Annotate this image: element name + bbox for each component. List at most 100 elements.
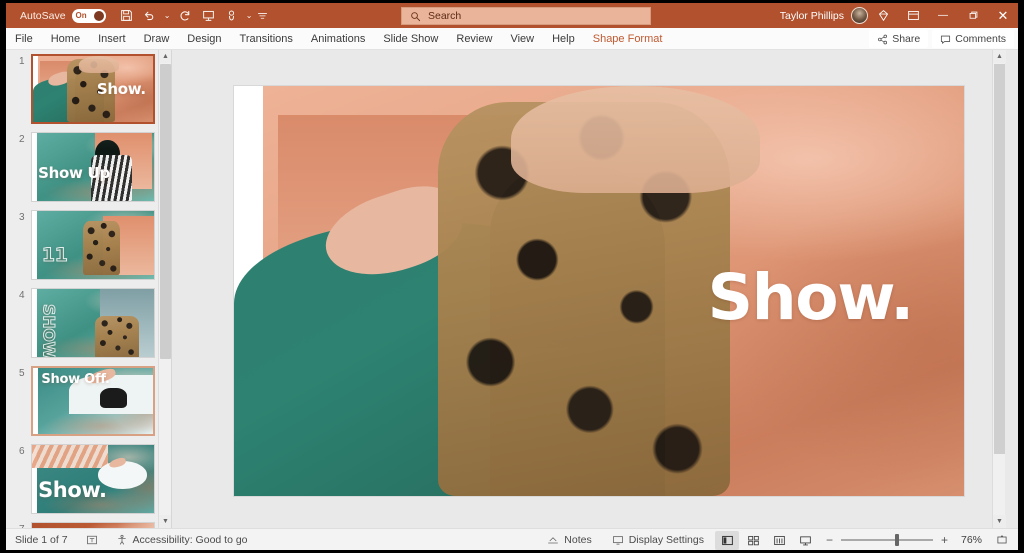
redo-icon[interactable] [175,6,196,26]
tab-slide-show[interactable]: Slide Show [374,28,447,50]
language-icon[interactable] [77,529,107,551]
restore-button[interactable] [958,3,988,28]
art-arms [511,86,760,193]
zoom-percent-label[interactable]: 76% [956,534,982,546]
normal-view-button[interactable] [715,530,739,550]
tab-review[interactable]: Review [447,28,501,50]
avatar[interactable] [851,7,868,24]
search-bar[interactable]: Search [401,7,651,25]
autosave-label: AutoSave [20,9,66,22]
thumbnail-caption: Show. [38,478,107,503]
canvas-scroll-down-icon[interactable]: ▼ [993,515,1006,528]
slide-thumbnail-5[interactable]: Show Off. [31,366,155,436]
touch-mode-dropdown-icon[interactable]: ⌄ [244,6,255,26]
accessibility-status[interactable]: Accessibility: Good to go [107,529,257,551]
thumbnail-row-5[interactable]: 5 Show Off. [6,364,171,442]
thumbnail-row-7[interactable]: 7 [6,520,171,528]
display-settings-icon [612,534,624,546]
start-presentation-icon[interactable] [198,6,219,26]
thumbnail-row-4[interactable]: 4 SHOW [6,286,171,364]
art-patterned-coat [83,220,120,275]
slide-thumbnail-1[interactable]: Show. [31,54,155,124]
autosave-toggle[interactable]: On [71,8,106,23]
title-bar-right-group: Taylor Phillips — ✕ [780,3,1018,28]
notes-label: Notes [564,534,592,546]
tab-animations[interactable]: Animations [302,28,374,50]
thumbnail-row-3[interactable]: 3 11 [6,208,171,286]
thumbnail-row-6[interactable]: 6 Show. [6,442,171,520]
display-settings-button[interactable]: Display Settings [603,529,713,550]
tab-help[interactable]: Help [543,28,584,50]
slide-art: SHOW [32,289,154,357]
thumbnail-scroll-thumb[interactable] [160,64,171,359]
slide-thumbnail-6[interactable]: Show. [31,444,155,514]
tab-shape-format[interactable]: Shape Format [584,28,672,50]
current-slide[interactable]: Show. [234,86,964,496]
account-control[interactable]: Taylor Phillips [780,7,868,24]
microsoft-365-diamond-icon[interactable] [868,3,898,28]
comments-button[interactable]: Comments [932,30,1014,48]
touch-mouse-mode-icon[interactable] [221,6,242,26]
thumbnail-caption: Show Up [38,163,110,182]
notes-button[interactable]: Notes [538,529,600,550]
minimize-button[interactable]: — [928,3,958,28]
canvas-scroll-thumb[interactable] [994,64,1005,454]
comment-icon [940,34,951,45]
slide-title-text[interactable]: Show. [708,266,915,329]
thumbnail-caption: Show. [96,80,146,99]
canvas-scrollbar[interactable]: ▲ ▼ [992,50,1006,528]
ribbon-display-options-icon[interactable] [898,3,928,28]
close-button[interactable]: ✕ [988,3,1018,28]
zoom-slider-track [841,539,933,541]
zoom-control[interactable]: − + 76% [819,533,988,547]
slide-sorter-view-button[interactable] [741,531,765,550]
slide-art: 11 [32,211,154,279]
accessibility-label: Accessibility: Good to go [132,533,248,546]
workspace: 1 Show. 2 Show Up 3 11 4 SHOW 5 Show Off… [6,50,1018,528]
slide-counter[interactable]: Slide 1 of 7 [6,529,77,551]
slide-art: Show Off. [33,368,153,434]
thumbnail-number: 6 [19,446,25,457]
reading-view-button[interactable] [767,531,791,550]
thumbnail-scroll-down-icon[interactable]: ▼ [159,515,171,528]
zoom-out-button[interactable]: − [825,533,834,547]
undo-dropdown-icon[interactable]: ⌄ [162,6,173,26]
zoom-slider-handle[interactable] [895,534,899,546]
quick-access-toolbar: ⌄ ⌄ [116,6,268,26]
slide-art: Show. [234,86,964,496]
fit-to-window-button[interactable] [990,534,1014,546]
tab-file[interactable]: File [6,28,42,50]
notes-icon [547,534,559,546]
slide-thumbnail-3[interactable]: 11 [31,210,155,280]
display-settings-label: Display Settings [628,534,704,546]
zoom-in-button[interactable]: + [940,533,949,547]
tab-design[interactable]: Design [178,28,230,50]
ribbon-tab-bar: File Home Insert Draw Design Transitions… [6,28,1018,50]
tab-transitions[interactable]: Transitions [231,28,302,50]
thumbnail-row-1[interactable]: 1 Show. [6,52,171,130]
tab-view[interactable]: View [501,28,543,50]
tab-home[interactable]: Home [42,28,89,50]
customize-qat-icon[interactable] [257,6,268,26]
search-placeholder: Search [428,10,462,22]
slideshow-view-button[interactable] [793,531,817,550]
save-icon[interactable] [116,6,137,26]
slide-thumbnail-2[interactable]: Show Up [31,132,155,202]
thumbnail-row-2[interactable]: 2 Show Up [6,130,171,208]
slide-thumbnail-4[interactable]: SHOW [31,288,155,358]
thumbnail-scrollbar[interactable]: ▲ ▼ [158,50,171,528]
tab-draw[interactable]: Draw [135,28,179,50]
thumbnail-scroll-up-icon[interactable]: ▲ [159,50,171,63]
autosave-toggle-knob [93,10,104,21]
slide-art: Show. [33,56,153,122]
slide-art: Show Up [32,133,154,201]
status-bar-right-group: Notes Display Settings − + 76% [538,529,1014,550]
autosave-control[interactable]: AutoSave On [20,8,106,23]
undo-icon[interactable] [139,6,160,26]
zoom-slider[interactable] [841,534,933,546]
art-arms [78,56,120,74]
tab-insert[interactable]: Insert [89,28,135,50]
slide-editing-canvas[interactable]: Show. ▲ ▼ [173,50,1006,528]
share-button[interactable]: Share [869,30,929,48]
canvas-scroll-up-icon[interactable]: ▲ [993,50,1006,63]
